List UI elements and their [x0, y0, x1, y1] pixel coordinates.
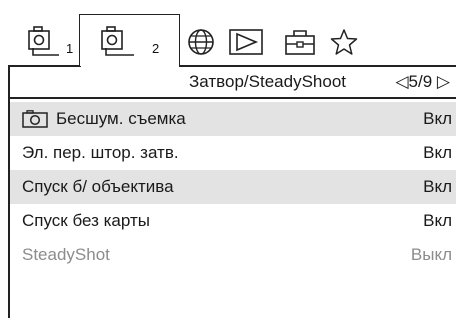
tab-favorites[interactable]	[326, 18, 362, 66]
tab-playback[interactable]	[226, 18, 266, 66]
tab-bar: 1 2	[0, 0, 456, 67]
menu-item-e-front-curtain[interactable]: Эл. пер. штор. затв. Вкл	[10, 136, 456, 170]
menu-item-value: Выкл	[410, 245, 452, 264]
tab-number: 1	[66, 41, 74, 56]
menu-item-value: Вкл	[423, 211, 452, 230]
menu-item-silent-shooting[interactable]: Бесшум. съемка Вкл	[10, 102, 456, 136]
menu-item-label: Спуск б/ объектива	[22, 177, 174, 196]
tab-setup[interactable]	[280, 18, 320, 66]
menu-item-value: Вкл	[423, 177, 452, 196]
tab-number: 2	[152, 41, 160, 56]
star-icon	[330, 29, 358, 55]
menu-item-label: SteadyShot	[22, 245, 110, 264]
menu-item-value: Вкл	[423, 143, 452, 162]
globe-icon	[188, 29, 214, 55]
menu-item-release-without-card[interactable]: Спуск без карты Вкл	[10, 204, 456, 238]
toolbox-icon	[285, 30, 315, 55]
tab-globe[interactable]	[184, 18, 218, 66]
menu-header: Затвор/SteadyShoot ◁5/9 ▷	[10, 66, 456, 98]
header-divider	[10, 97, 456, 99]
camera-icon	[22, 110, 48, 128]
camera1-icon	[28, 26, 59, 56]
menu-item-value: Вкл	[423, 109, 452, 128]
page-title: Затвор/SteadyShoot	[189, 72, 346, 91]
camera2-icon	[101, 26, 134, 56]
menu-item-steadyshot: SteadyShot Выкл	[10, 238, 456, 272]
menu-item-release-without-lens[interactable]: Спуск б/ объектива Вкл	[10, 170, 456, 204]
tab-camera-2[interactable]: 2	[82, 18, 178, 66]
play-icon	[229, 29, 263, 55]
menu-item-label: Спуск без карты	[22, 211, 150, 230]
menu-item-label: Эл. пер. штор. затв.	[22, 143, 179, 162]
tab-camera-1[interactable]: 1	[14, 18, 80, 66]
page-indicator[interactable]: ◁5/9 ▷	[395, 72, 450, 92]
menu-item-label: Бесшум. съемка	[56, 109, 186, 128]
